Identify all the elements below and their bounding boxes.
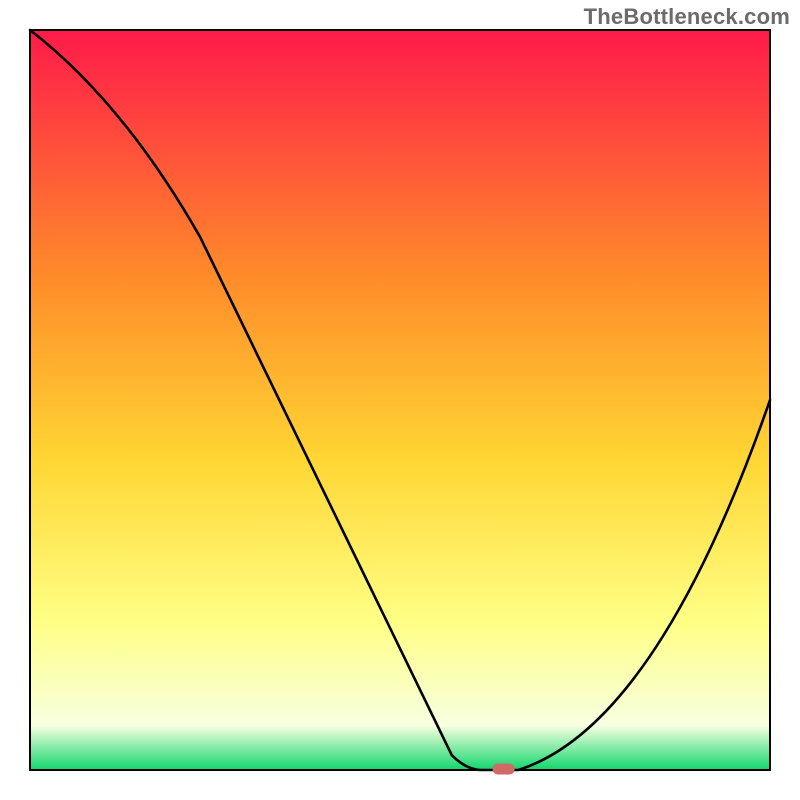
chart-container: TheBottleneck.com xyxy=(0,0,800,800)
bottleneck-chart xyxy=(0,0,800,800)
optimal-marker xyxy=(493,764,515,775)
watermark-text: TheBottleneck.com xyxy=(584,4,790,30)
plot-area xyxy=(30,30,770,770)
